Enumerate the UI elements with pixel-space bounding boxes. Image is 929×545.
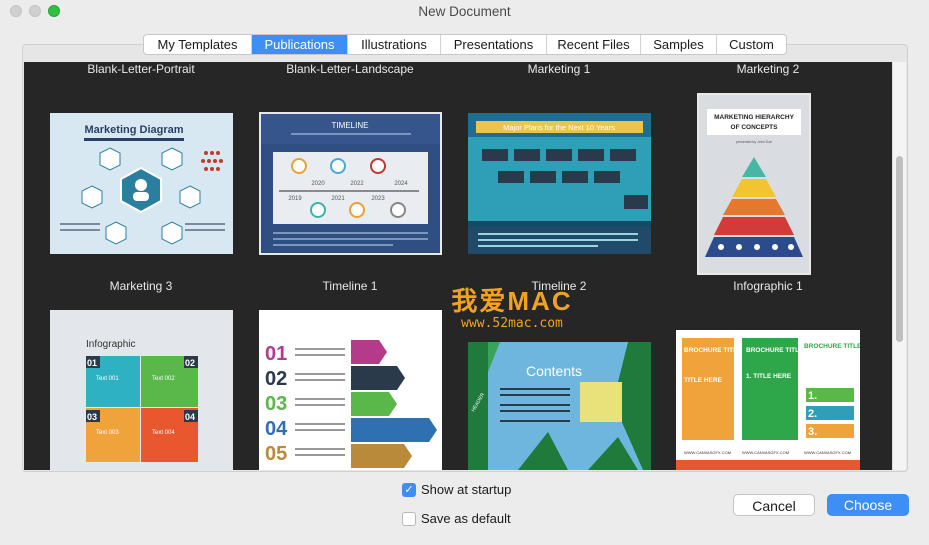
zoom-window-button[interactable] <box>48 5 60 17</box>
template-thumbnail-timeline[interactable]: TIMELINE 2019 2020 2021 2022 2023 2024 <box>259 112 442 255</box>
step-number: 04 <box>265 418 288 440</box>
step-number: 03 <box>265 393 287 415</box>
cancel-button[interactable]: Cancel <box>733 494 815 516</box>
puzzle-number: 02 <box>185 358 195 368</box>
template-label: Infographic 1 <box>733 279 803 293</box>
svg-text:OF CONCEPTS: OF CONCEPTS <box>731 124 779 131</box>
timeline-year: 2020 <box>311 181 325 187</box>
brochure-subtitle: TITLE HERE <box>684 377 723 384</box>
save-as-default-checkbox[interactable] <box>402 511 416 526</box>
tab-publications[interactable]: Publications <box>252 35 348 54</box>
thumb-heading: TIMELINE <box>332 121 369 130</box>
template-gallery: Blank-Letter-Portrait Blank-Letter-Lands… <box>24 62 892 470</box>
thumb-subtitle: presented by John Doe <box>736 140 772 144</box>
brochure-url: WWW.CANVASGFX.COM <box>684 450 731 455</box>
puzzle-number: 03 <box>87 412 97 422</box>
template-thumbnail-marketing-1[interactable]: Major Plans for the Next 10 Years <box>468 113 651 254</box>
save-as-default-label: Save as default <box>421 511 511 526</box>
save-as-default-option[interactable]: Save as default <box>402 511 511 526</box>
template-label: Marketing 3 <box>109 279 173 293</box>
thumb-heading: Contents <box>526 363 582 379</box>
template-thumbnail-marketing-diagram[interactable]: Marketing Diagram <box>50 113 233 254</box>
timeline-year: 2022 <box>350 181 364 187</box>
puzzle-number: 01 <box>87 358 97 368</box>
puzzle-item: Text 002 <box>152 376 175 382</box>
puzzle-number: 04 <box>185 412 195 422</box>
puzzle-item: Text 001 <box>96 376 119 382</box>
step-number: 02 <box>265 368 287 390</box>
thumb-heading: Major Plans for the Next 10 Years <box>503 123 615 132</box>
minimize-window-button[interactable] <box>29 5 41 17</box>
brochure-title: BROCHURE TITLE <box>746 347 804 354</box>
template-label: Marketing 2 <box>736 62 800 76</box>
show-at-startup-label: Show at startup <box>421 482 512 497</box>
step-number: 01 <box>265 343 287 365</box>
thumb-heading: Marketing Diagram <box>84 124 183 136</box>
new-document-window: New Document My Templates Publications I… <box>0 0 929 545</box>
category-tabs: My Templates Publications Illustrations … <box>143 34 787 55</box>
template-label: Marketing 1 <box>527 62 591 76</box>
tab-samples[interactable]: Samples <box>641 35 717 54</box>
template-thumbnail-marketing-2[interactable]: MARKETING HIERARCHY OF CONCEPTS presente… <box>697 93 811 275</box>
brochure-url: WWW.CANVASGFX.COM <box>742 450 789 455</box>
template-thumbnail-timeline-1[interactable]: 01 02 03 04 05 <box>259 310 442 470</box>
big-number: 3. <box>808 426 817 438</box>
template-label: Blank-Letter-Portrait <box>87 62 195 76</box>
template-label: Blank-Letter-Landscape <box>286 62 414 76</box>
tab-recent-files[interactable]: Recent Files <box>547 35 641 54</box>
tab-illustrations[interactable]: Illustrations <box>348 35 441 54</box>
choose-button[interactable]: Choose <box>827 494 909 516</box>
timeline-year: 2024 <box>394 181 408 187</box>
window-title: New Document <box>418 4 511 19</box>
timeline-year: 2023 <box>371 196 385 202</box>
show-at-startup-option[interactable]: ✓ Show at startup <box>402 482 511 497</box>
template-thumbnail-marketing-3[interactable]: Infographic Text 001 Text 002 Text 003 T… <box>50 310 233 470</box>
tab-custom[interactable]: Custom <box>717 35 786 54</box>
watermark: 我爱MAC www.52mac.com <box>442 286 582 331</box>
tab-my-templates[interactable]: My Templates <box>144 35 252 54</box>
close-window-button[interactable] <box>10 5 22 17</box>
watermark-url: www.52mac.com <box>461 316 563 331</box>
watermark-logo: 我爱MAC <box>451 286 573 316</box>
tab-presentations[interactable]: Presentations <box>441 35 547 54</box>
brochure-list-title: 1. TITLE HERE <box>746 373 792 380</box>
template-thumbnail-timeline-2[interactable]: Contents HEADER <box>468 342 651 470</box>
step-number: 05 <box>265 443 287 465</box>
puzzle-item: Text 003 <box>96 430 119 436</box>
brochure-title: BROCHURE TITLE <box>804 343 860 350</box>
big-number: 1. <box>808 390 817 402</box>
svg-text:MARKETING HIERARCHY: MARKETING HIERARCHY <box>714 114 794 121</box>
puzzle-item: Text 004 <box>152 430 175 436</box>
title-bar: New Document <box>0 0 929 24</box>
template-label: Timeline 1 <box>322 279 378 293</box>
thumb-heading: Infographic <box>86 339 135 350</box>
big-number: 2. <box>808 408 817 420</box>
template-thumbnail-infographic-1[interactable]: BROCHURE TITLE TITLE HERE BROCHURE TITLE… <box>676 330 860 470</box>
brochure-url: WWW.CANVASGFX.COM <box>804 450 851 455</box>
timeline-year: 2019 <box>288 196 302 202</box>
gallery-scrollbar-thumb[interactable] <box>896 156 903 342</box>
show-at-startup-checkbox[interactable]: ✓ <box>402 482 416 497</box>
brochure-title: BROCHURE TITLE <box>684 347 742 354</box>
timeline-year: 2021 <box>331 196 345 202</box>
